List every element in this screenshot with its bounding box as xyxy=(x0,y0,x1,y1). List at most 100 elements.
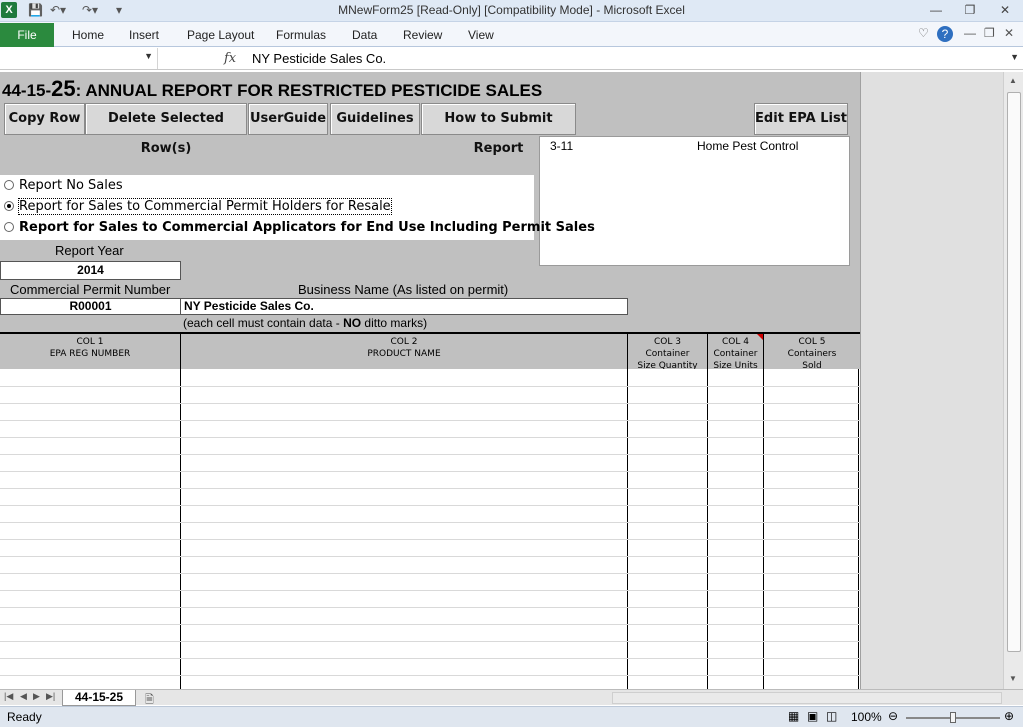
grid-row-line xyxy=(0,607,860,608)
radio-report-no-sales[interactable]: Report No Sales xyxy=(4,178,123,193)
col2-header[interactable]: COL 2 PRODUCT NAME xyxy=(181,334,628,371)
col-header-line: COL 2 xyxy=(390,337,418,347)
form-title-number: 25 xyxy=(51,76,76,101)
col5-header[interactable]: COL 5 Containers Sold xyxy=(764,334,860,371)
formula-bar: ▼ fx NY Pesticide Sales Co. ▼ xyxy=(0,48,1023,70)
radio-circle-icon[interactable] xyxy=(4,180,14,190)
col-header-line: Containers xyxy=(787,349,837,359)
page-break-view-icon[interactable]: ◫ xyxy=(826,709,837,723)
tab-data[interactable]: Data xyxy=(352,28,377,42)
file-tab[interactable]: File xyxy=(0,23,54,47)
table-header: COL 1 EPA REG NUMBER COL 2 PRODUCT NAME CO… xyxy=(0,332,860,371)
comment-indicator-icon[interactable] xyxy=(757,334,763,340)
business-name-label: Business Name (As listed on permit) xyxy=(298,282,509,297)
grid-row-line xyxy=(0,437,860,438)
grid-row-line xyxy=(0,624,860,625)
restore-icon[interactable]: ❐ xyxy=(958,2,982,18)
grid-row-line xyxy=(0,403,860,404)
minimize-icon[interactable]: — xyxy=(924,2,948,18)
tab-view[interactable]: View xyxy=(468,28,494,42)
vertical-scrollbar[interactable]: ▲ ▼ xyxy=(1003,72,1023,689)
copy-row-button[interactable]: Copy Row xyxy=(4,103,85,135)
minimize-ribbon-icon[interactable]: ♡ xyxy=(918,26,929,40)
report-year-cell[interactable]: 2014 xyxy=(0,261,181,280)
guidelines-button[interactable]: Guidelines xyxy=(330,103,420,135)
formula-input[interactable]: NY Pesticide Sales Co. xyxy=(252,51,386,66)
grid-row-line xyxy=(0,675,860,676)
business-name-cell[interactable]: NY Pesticide Sales Co. xyxy=(180,298,628,315)
ditto-note: (each cell must contain data - NO ditto … xyxy=(183,316,427,330)
listbox-name[interactable]: Home Pest Control xyxy=(697,139,798,153)
col3-header[interactable]: COL 3 Container Size Quantity xyxy=(628,334,708,371)
first-sheet-icon[interactable]: |◀ xyxy=(4,691,13,702)
listbox-code[interactable]: 3-11 xyxy=(550,139,573,153)
edit-epa-list-button[interactable]: Edit EPA List xyxy=(754,103,848,135)
col-header-line: COL 1 xyxy=(76,337,104,347)
close-icon[interactable]: ✕ xyxy=(993,2,1017,18)
radio-label: Report for Sales to Commercial Permit Ho… xyxy=(18,198,392,215)
zoom-slider-knob[interactable] xyxy=(950,712,956,723)
next-sheet-icon[interactable]: ▶ xyxy=(33,691,40,702)
horizontal-scrollbar[interactable] xyxy=(612,692,1002,704)
radio-circle-icon[interactable] xyxy=(4,222,14,232)
grid-row-line xyxy=(0,454,860,455)
zoom-out-icon[interactable]: ⊖ xyxy=(888,709,898,723)
ribbon-tabs: File Home Insert Page Layout Formulas Da… xyxy=(0,22,1023,47)
scroll-down-icon[interactable]: ▼ xyxy=(1009,674,1017,683)
col-header-line: PRODUCT NAME xyxy=(367,349,441,359)
grid-row-line xyxy=(0,658,860,659)
radio-label: Report No Sales xyxy=(19,178,123,193)
userguide-button[interactable]: UserGuide xyxy=(248,103,328,135)
col-header-line: Container xyxy=(645,349,690,359)
col4-header[interactable]: COL 4 Container Size Units xyxy=(708,334,764,371)
zoom-slider[interactable] xyxy=(906,712,1000,723)
col-header-line: COL 4 xyxy=(722,337,749,347)
zoom-level[interactable]: 100% xyxy=(851,710,882,724)
workbook-close-icon[interactable]: ✕ xyxy=(1004,26,1014,40)
permit-number-label: Commercial Permit Number xyxy=(10,282,171,297)
report-year-label: Report Year xyxy=(55,243,124,258)
name-box[interactable]: ▼ xyxy=(0,48,158,69)
grid-row-line xyxy=(0,573,860,574)
scroll-up-icon[interactable]: ▲ xyxy=(1009,76,1017,85)
report-type-group: Report No Sales Report for Sales to Comm… xyxy=(0,175,595,240)
vertical-scroll-thumb[interactable] xyxy=(1007,92,1021,652)
grid-row-line xyxy=(0,488,860,489)
workbook-minimize-icon[interactable]: — xyxy=(964,26,976,40)
col-header-line: COL 3 xyxy=(654,337,681,347)
tab-page-layout[interactable]: Page Layout xyxy=(187,28,254,42)
data-entry-grid[interactable] xyxy=(0,369,860,689)
tab-home[interactable]: Home xyxy=(72,28,104,42)
tab-insert[interactable]: Insert xyxy=(129,28,159,42)
name-box-dropdown-icon[interactable]: ▼ xyxy=(144,51,153,61)
sheet-tab-44-15-25[interactable]: 44-15-25 xyxy=(62,690,136,706)
delete-selected-rows-button[interactable]: Delete Selected Row(s) xyxy=(85,103,247,156)
how-to-submit-button[interactable]: How to Submit Report xyxy=(421,103,576,156)
help-icon[interactable]: ? xyxy=(937,26,953,42)
expand-formula-bar-icon[interactable]: ▼ xyxy=(1010,52,1019,62)
tab-review[interactable]: Review xyxy=(403,28,442,42)
ditto-note-bold: NO xyxy=(343,316,362,330)
radio-selected-icon[interactable] xyxy=(4,201,14,211)
title-bar: X 💾 ↶▾ ↷▾ ▾ MNewForm25 [Read-Only] [Comp… xyxy=(0,0,1023,22)
grid-row-line xyxy=(0,641,860,642)
epa-category-listbox[interactable]: 3-11 Home Pest Control xyxy=(539,136,850,266)
col-header-line: EPA REG NUMBER xyxy=(49,349,131,359)
permit-number-cell[interactable]: R00001 xyxy=(0,298,181,315)
form-title-text: : ANNUAL REPORT FOR RESTRICTED PESTICIDE… xyxy=(75,81,543,100)
col1-header[interactable]: COL 1 EPA REG NUMBER xyxy=(0,334,181,371)
workbook-restore-icon[interactable]: ❐ xyxy=(984,26,995,40)
prev-sheet-icon[interactable]: ◀ xyxy=(20,691,27,702)
grid-row-line xyxy=(0,471,860,472)
page-layout-view-icon[interactable]: ▣ xyxy=(807,709,818,723)
normal-view-icon[interactable]: ▦ xyxy=(788,709,799,723)
radio-applicators-end-use[interactable]: Report for Sales to Commercial Applicato… xyxy=(4,220,595,235)
last-sheet-icon[interactable]: ▶| xyxy=(46,691,55,702)
sheet-tab-bar: |◀ ◀ ▶ ▶| 44-15-25 🗎 xyxy=(0,689,1023,706)
zoom-in-icon[interactable]: ⊕ xyxy=(1004,709,1014,723)
grid-row-line xyxy=(0,386,860,387)
tab-formulas[interactable]: Formulas xyxy=(276,28,326,42)
grid-row-line xyxy=(0,505,860,506)
insert-function-icon[interactable]: fx xyxy=(224,51,236,66)
radio-permit-holders-resale[interactable]: Report for Sales to Commercial Permit Ho… xyxy=(4,198,392,215)
